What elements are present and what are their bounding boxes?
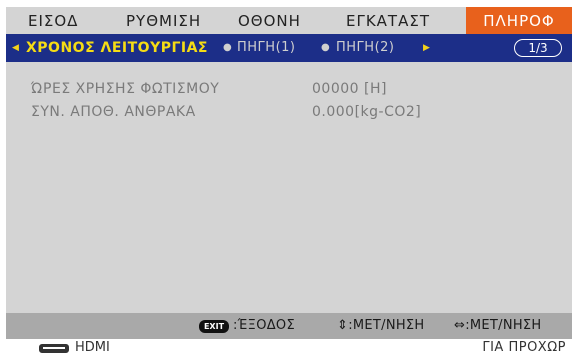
subtab-usage-time[interactable]: ΧΡΟΝΟΣ ΛΕΙΤΟΥΡΓΙΑΣ xyxy=(26,34,208,62)
footer-exit-hint: :ΈΞΟΔΟΣ xyxy=(233,318,295,333)
tab-input[interactable]: ΕΙΣΟΔ xyxy=(28,7,78,34)
tab-installation[interactable]: ΕΓΚΑΤΑΣΤ xyxy=(346,7,430,34)
subtab-source-2[interactable]: ΠΗΓΗ(2) xyxy=(336,34,394,62)
footer-updown-hint: ⇕:ΜΕΤ/ΝΗΣΗ xyxy=(337,318,425,333)
dot-separator-icon: ● xyxy=(321,42,330,53)
info-panel: ΏΡΕΣ ΧΡΗΣΗΣ ΦΩΤΙΣΜΟΥ 00000 [H] ΣΥΝ. ΑΠΟΘ… xyxy=(6,62,572,313)
info-label: ΏΡΕΣ ΧΡΗΣΗΣ ΦΩΤΙΣΜΟΥ xyxy=(31,81,220,97)
exit-key-icon: EXIT xyxy=(199,320,229,333)
page-indicator: 1/3 xyxy=(514,39,562,57)
tab-display[interactable]: ΟΘΟΝΗ xyxy=(238,7,301,34)
dot-separator-icon: ● xyxy=(223,42,232,53)
status-bar: HDMI ΓΙΑ ΠΡΟΧΩΡ xyxy=(0,339,580,357)
projector-menu: ΕΙΣΟΔ ΡΥΘΜΙΣΗ ΟΘΟΝΗ ΕΓΚΑΤΑΣΤ ΠΛΗΡΟΦ ◀ ΧΡ… xyxy=(6,7,572,339)
footer-help-bar: EXIT :ΈΞΟΔΟΣ ⇕:ΜΕΤ/ΝΗΣΗ ⇔:ΜΕΤ/ΝΗΣΗ xyxy=(6,313,572,339)
menu-tabs: ΕΙΣΟΔ ΡΥΘΜΙΣΗ ΟΘΟΝΗ ΕΓΚΑΤΑΣΤ ΠΛΗΡΟΦ xyxy=(6,7,572,34)
footer-leftright-hint: ⇔:ΜΕΤ/ΝΗΣΗ xyxy=(454,318,542,333)
tab-info[interactable]: ΠΛΗΡΟΦ xyxy=(466,7,572,34)
subtab-bar: ◀ ΧΡΟΝΟΣ ΛΕΙΤΟΥΡΓΙΑΣ ● ΠΗΓΗ(1) ● ΠΗΓΗ(2)… xyxy=(6,34,572,62)
info-value: 0.000[kg-CO2] xyxy=(312,104,422,120)
proceed-hint: ΓΙΑ ΠΡΟΧΩΡ xyxy=(482,340,566,355)
tab-setup[interactable]: ΡΥΘΜΙΣΗ xyxy=(126,7,201,34)
subtab-source-1[interactable]: ΠΗΓΗ(1) xyxy=(237,34,295,62)
right-arrow-icon[interactable]: ▶ xyxy=(423,34,430,62)
info-value: 00000 [H] xyxy=(312,81,387,97)
hdmi-icon xyxy=(39,344,69,353)
info-label: ΣΥΝ. ΑΠΟΘ. ΑΝΘΡΑΚΑ xyxy=(31,104,196,120)
source-label: HDMI xyxy=(75,340,110,355)
left-arrow-icon[interactable]: ◀ xyxy=(12,34,19,62)
